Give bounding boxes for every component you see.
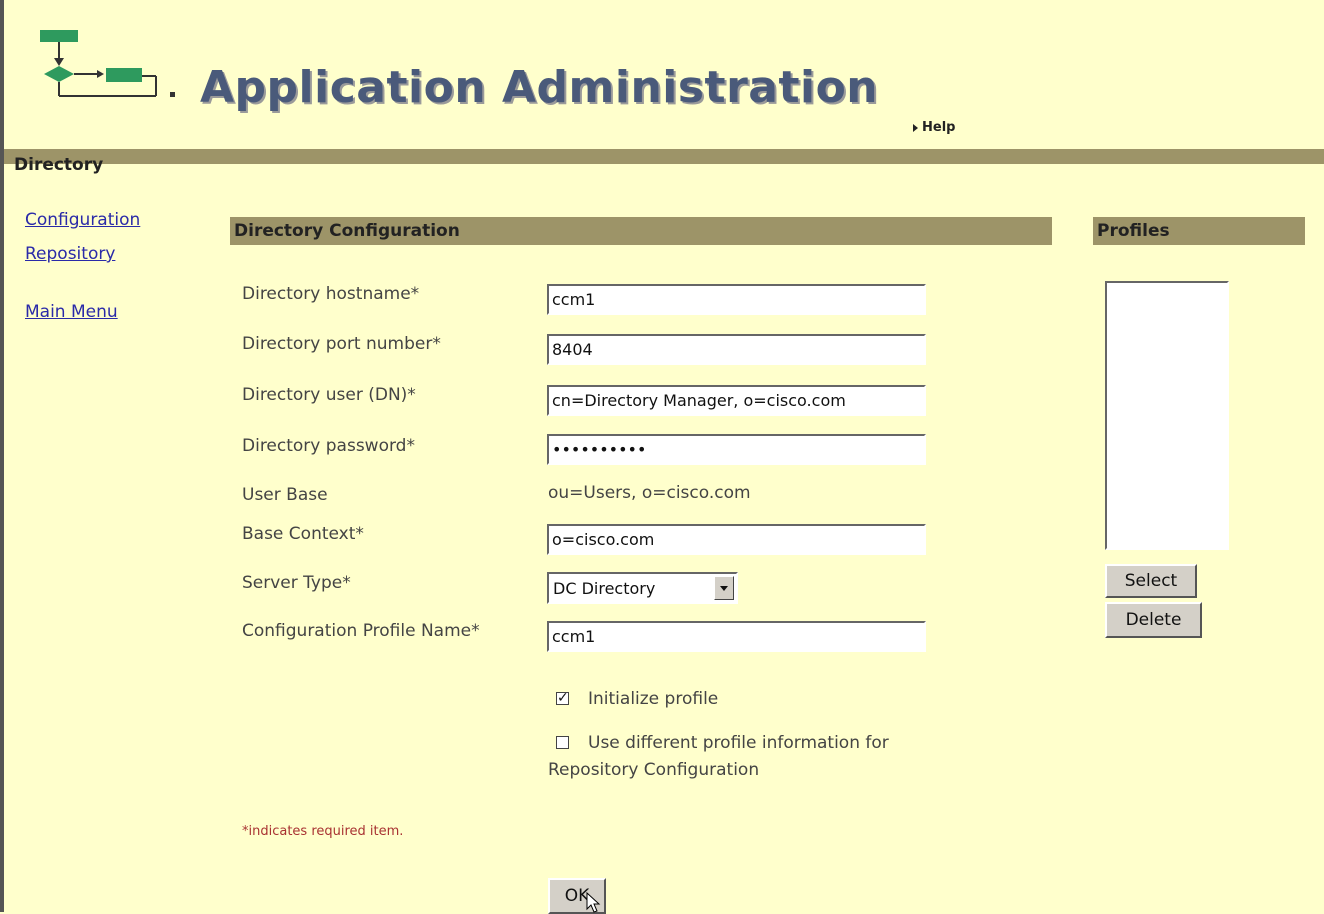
page: Application Administration Help Director… xyxy=(0,0,1324,914)
user-base-label: User Base xyxy=(242,485,328,505)
mouse-pointer-icon xyxy=(586,892,601,913)
user-base-value: ou=Users, o=cisco.com xyxy=(548,483,751,503)
workflow-logo-icon xyxy=(40,30,175,97)
server-type-selected: DC Directory xyxy=(553,579,656,598)
help-arrow-icon xyxy=(913,123,918,132)
directory-config-header: Directory Configuration xyxy=(230,217,1052,245)
hostname-input[interactable] xyxy=(547,284,926,315)
password-label: Directory password* xyxy=(242,436,415,456)
sidebar-link-repository[interactable]: Repository xyxy=(25,244,115,264)
hostname-label: Directory hostname* xyxy=(242,284,420,304)
sidebar-link-main-menu[interactable]: Main Menu xyxy=(25,302,118,322)
initialize-profile-checkbox[interactable]: ✓ xyxy=(556,690,569,706)
profiles-listbox[interactable] xyxy=(1105,281,1229,550)
password-input[interactable] xyxy=(547,434,926,465)
chevron-down-icon xyxy=(720,586,728,591)
server-type-label: Server Type* xyxy=(242,573,351,593)
different-profile-label: Use different profile information for Re… xyxy=(548,733,889,780)
port-label: Directory port number* xyxy=(242,334,441,354)
user-dn-label: Directory user (DN)* xyxy=(242,385,416,405)
checkmark-icon: ✓ xyxy=(557,690,569,706)
profiles-title: Profiles xyxy=(1097,221,1170,241)
sidebar-link-configuration[interactable]: Configuration xyxy=(25,210,140,230)
base-context-label: Base Context* xyxy=(242,524,364,544)
app-title: Application Administration xyxy=(200,62,879,113)
port-input[interactable] xyxy=(547,334,926,365)
help-link[interactable]: Help xyxy=(913,120,955,135)
base-context-input[interactable] xyxy=(547,524,926,555)
profile-name-input[interactable] xyxy=(547,621,926,652)
section-title-bar: Directory xyxy=(4,149,1324,179)
server-type-select[interactable]: DC Directory xyxy=(547,572,738,604)
section-title: Directory xyxy=(14,155,104,175)
window-left-border xyxy=(0,0,4,912)
initialize-profile-label: Initialize profile xyxy=(588,689,719,709)
profiles-header: Profiles xyxy=(1093,217,1305,245)
server-type-dropdown-button[interactable] xyxy=(714,576,734,600)
profile-name-label: Configuration Profile Name* xyxy=(242,621,480,641)
delete-profile-button[interactable]: Delete xyxy=(1105,602,1202,638)
user-dn-input[interactable] xyxy=(547,385,926,416)
select-profile-button[interactable]: Select xyxy=(1105,564,1197,598)
help-link-label: Help xyxy=(922,120,956,135)
required-note: *indicates required item. xyxy=(242,824,404,839)
directory-config-title: Directory Configuration xyxy=(234,221,460,241)
